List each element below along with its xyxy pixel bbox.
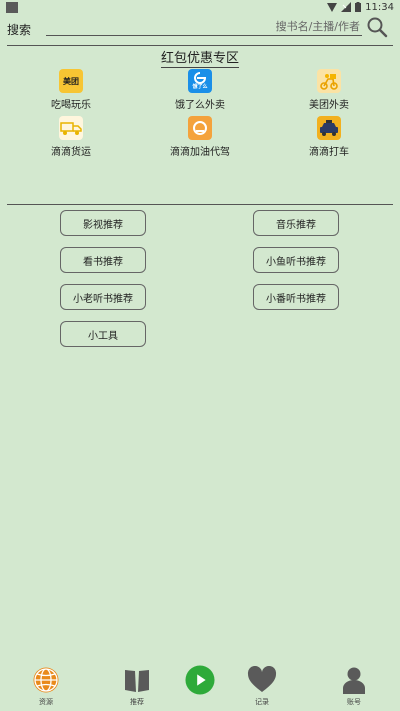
nav-item-play[interactable] (170, 660, 230, 696)
nav-item-recommend[interactable]: 推荐 (107, 660, 167, 707)
nav-item-resources[interactable]: 资源 (16, 660, 76, 707)
promo-item-label: 滴滴货运 (51, 147, 91, 158)
video-recommend-button[interactable]: 影视推荐 (60, 210, 146, 236)
meituan-logo-icon: 美团 (59, 69, 83, 93)
globe-icon (31, 664, 61, 696)
search-icon[interactable] (366, 16, 388, 38)
nav-item-history[interactable]: 记录 (232, 660, 292, 707)
promo-item-label: 美团外卖 (309, 100, 349, 111)
nav-label: 记录 (255, 698, 269, 706)
didi-logo-icon (188, 116, 212, 140)
promo-item-didi-taxi[interactable]: 滴滴打车 (279, 116, 379, 158)
promo-item-label: 吃喝玩乐 (51, 100, 91, 111)
book-recommend-button[interactable]: 看书推荐 (60, 247, 146, 273)
nav-label: 推荐 (130, 698, 144, 706)
search-input[interactable] (46, 18, 362, 36)
play-icon (185, 664, 215, 696)
promo-title: 红包优惠专区 (160, 51, 239, 68)
status-bar: 11:34 (0, 0, 400, 14)
status-time: 11:34 (365, 1, 394, 13)
eleme-logo-icon: 饿了么 (188, 69, 212, 93)
promo-item-label: 滴滴打车 (309, 147, 349, 158)
nav-label: 账号 (347, 698, 361, 706)
promo-item-meituan-waimai[interactable]: 美团外卖 (279, 69, 379, 111)
xiaoyu-audiobook-button[interactable]: 小鱼听书推荐 (253, 247, 339, 273)
didi-taxi-logo-icon (317, 116, 341, 140)
xiaolao-audiobook-button[interactable]: 小老听书推荐 (60, 284, 146, 310)
bottom-nav: 资源 推荐 记录 账号 (0, 660, 400, 711)
signal-icon (341, 2, 352, 12)
battery-icon (355, 2, 362, 12)
user-icon (339, 664, 369, 696)
meituan-waimai-logo-icon (317, 69, 341, 93)
book-icon (122, 664, 152, 696)
music-recommend-button[interactable]: 音乐推荐 (253, 210, 339, 236)
promo-item-didi-fuel[interactable]: 滴滴加油代驾 (150, 116, 250, 158)
didi-freight-logo-icon (59, 116, 83, 140)
heart-icon (247, 664, 277, 696)
nav-label: 资源 (39, 698, 53, 706)
status-indicators: 11:34 (327, 0, 394, 14)
promo-item-label: 饿了么外卖 (175, 100, 225, 111)
nav-item-account[interactable]: 账号 (324, 660, 384, 707)
search-divider (7, 45, 393, 46)
promo-divider (7, 204, 393, 205)
tools-button[interactable]: 小工具 (60, 321, 146, 347)
promo-item-eleme[interactable]: 饿了么 饿了么外卖 (150, 69, 250, 111)
promo-item-didi-freight[interactable]: 滴滴货运 (21, 116, 121, 158)
wifi-icon (327, 2, 338, 12)
promo-item-label: 滴滴加油代驾 (170, 147, 230, 158)
xiaofan-audiobook-button[interactable]: 小番听书推荐 (253, 284, 339, 310)
promo-item-meituan[interactable]: 美团 吃喝玩乐 (21, 69, 121, 111)
search-label: 搜索 (7, 23, 32, 37)
app-notification-icon (6, 2, 18, 13)
